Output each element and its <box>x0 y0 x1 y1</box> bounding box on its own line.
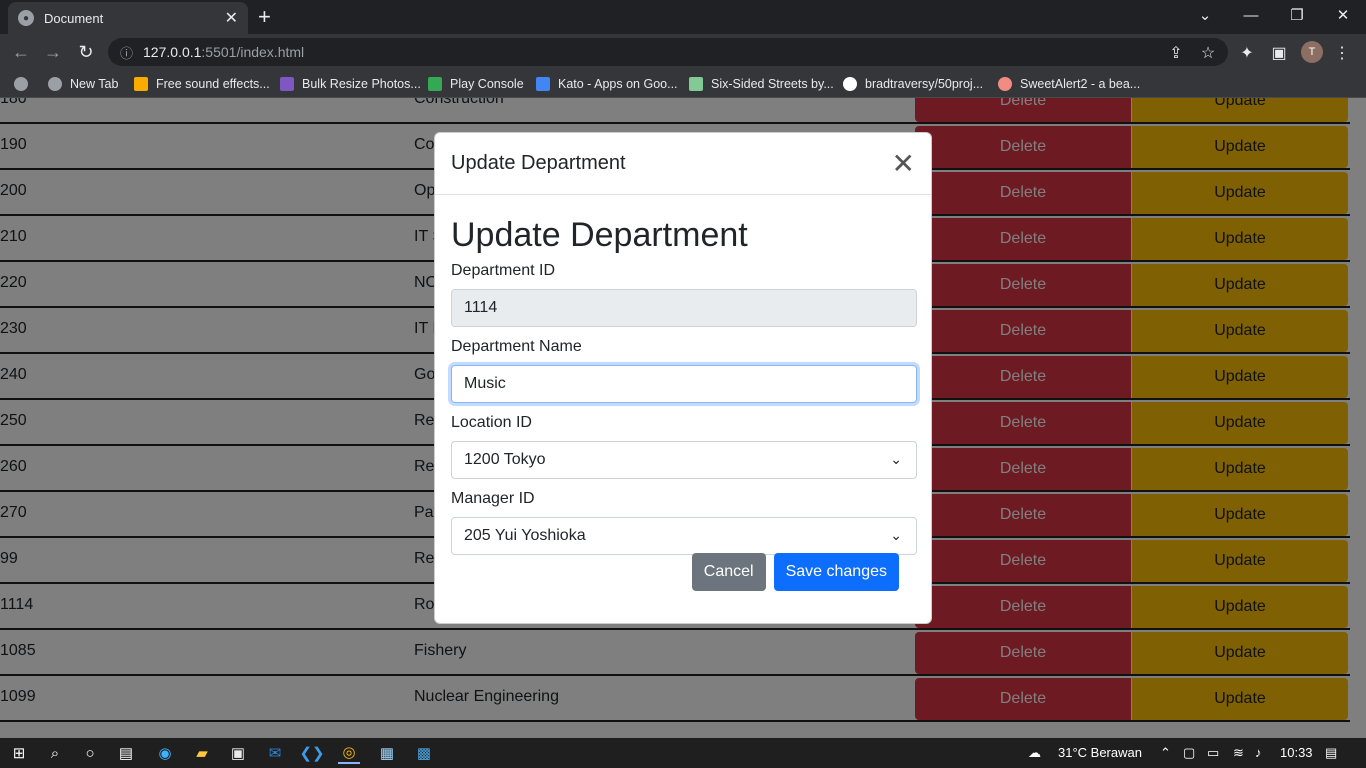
bookmark-bulk-resize[interactable]: Bulk Resize Photos... <box>280 75 421 93</box>
share-icon[interactable]: ⇪ <box>1165 42 1187 64</box>
globe-icon: ● <box>18 10 34 26</box>
tray-device-icon[interactable]: ▢ <box>1183 745 1195 761</box>
chevron-down-icon: ⌄ <box>890 451 902 467</box>
task-view-icon[interactable]: ▤ <box>115 742 137 764</box>
store-icon[interactable]: ▣ <box>227 742 249 764</box>
map-icon <box>689 77 703 91</box>
bookmark-new-tab[interactable]: New Tab <box>48 75 118 93</box>
toolbar: ← → ↻ ⓘ 127.0.0.1:5501/index.html ⇪ ☆ ✦ … <box>0 34 1366 70</box>
apps-icon[interactable] <box>14 75 36 93</box>
volume-icon[interactable]: ♪ <box>1255 745 1262 760</box>
clock[interactable]: 10:33 <box>1280 745 1313 760</box>
notepad-icon[interactable]: ▦ <box>376 742 398 764</box>
vscode-icon[interactable]: ❮❯ <box>299 742 324 764</box>
bookmark-play-console[interactable]: Play Console <box>428 75 524 93</box>
bookmark-github[interactable]: bradtraversy/50proj... <box>843 75 983 93</box>
wifi-icon[interactable]: ≋ <box>1233 745 1244 761</box>
page-content: 180ConstructionDeleteUpdate190CoDeleteUp… <box>0 98 1366 738</box>
play-console-icon <box>428 77 442 91</box>
weather-text[interactable]: 31°C Berawan <box>1058 745 1142 760</box>
bookmarks-bar: New Tab Free sound effects... Bulk Resiz… <box>0 70 1366 98</box>
modal-title: Update Department <box>451 152 626 174</box>
location-select[interactable]: 1200 Tokyo ⌄ <box>451 441 917 479</box>
cancel-button[interactable]: Cancel <box>691 553 766 591</box>
location-label: Location ID <box>451 414 532 431</box>
info-icon[interactable]: ⓘ <box>120 43 133 62</box>
modal-header: Update Department ✕ <box>435 133 931 195</box>
sweetalert-icon <box>998 77 1012 91</box>
browser-tab[interactable]: ● Document ✕ <box>8 2 248 34</box>
windows-start-icon[interactable]: ⊞ <box>8 742 30 764</box>
reload-icon[interactable]: ↻ <box>75 41 97 63</box>
dept-name-input[interactable]: Music <box>451 365 917 403</box>
bookmark-kato[interactable]: Kato - Apps on Goo... <box>536 75 678 93</box>
restore-icon[interactable]: ❐ <box>1274 0 1320 30</box>
manager-label: Manager ID <box>451 490 535 507</box>
chrome-icon[interactable]: ◎ <box>338 742 360 764</box>
photos-icon[interactable]: ▩ <box>413 742 435 764</box>
url-path: :5501/index.html <box>201 44 305 60</box>
forward-icon[interactable]: → <box>42 41 64 63</box>
manager-select[interactable]: 205 Yui Yoshioka ⌄ <box>451 517 917 555</box>
github-icon <box>843 77 857 91</box>
bookmark-sound-effects[interactable]: Free sound effects... <box>134 75 270 93</box>
cortana-icon[interactable]: ○ <box>79 742 101 764</box>
dept-id-field: 1114 <box>451 289 917 327</box>
close-window-icon[interactable]: ✕ <box>1320 0 1366 30</box>
bookmark-six-sided-streets[interactable]: Six-Sided Streets by... <box>689 75 834 93</box>
mail-icon[interactable]: ✉ <box>264 742 286 764</box>
play-store-icon <box>536 77 550 91</box>
bookmark-sweetalert[interactable]: SweetAlert2 - a bea... <box>998 75 1140 93</box>
profile-avatar[interactable]: T <box>1301 41 1323 63</box>
side-panel-icon[interactable]: ▣ <box>1268 42 1290 64</box>
sound-icon <box>134 77 148 91</box>
menu-icon[interactable]: ⋮ <box>1331 42 1353 64</box>
tray-chevron-icon[interactable]: ⌃ <box>1160 745 1171 761</box>
extensions-icon[interactable]: ✦ <box>1236 42 1258 64</box>
file-explorer-icon[interactable]: ▰ <box>191 742 213 764</box>
new-tab-icon[interactable]: + <box>258 5 271 29</box>
form-heading: Update Department <box>451 216 748 254</box>
weather-icon[interactable]: ☁ <box>1028 745 1041 761</box>
globe-icon <box>48 77 62 91</box>
tab-search-icon[interactable]: ⌄ <box>1182 0 1228 30</box>
save-changes-button[interactable]: Save changes <box>773 553 899 591</box>
chevron-down-icon: ⌄ <box>890 527 902 543</box>
star-icon[interactable]: ☆ <box>1197 42 1219 64</box>
photo-icon <box>280 77 294 91</box>
browser-tab-strip: ● Document ✕ + ⌄ — ❐ ✕ <box>0 0 1366 34</box>
url-host: 127.0.0.1 <box>143 44 202 60</box>
back-icon[interactable]: ← <box>10 41 32 63</box>
close-icon[interactable]: ✕ <box>892 149 915 177</box>
address-bar[interactable]: ⓘ 127.0.0.1:5501/index.html <box>108 38 1228 66</box>
taskbar: ⊞ ⌕ ○ ▤ ◉ ▰ ▣ ✉ ❮❯ ◎ ▦ ▩ ☁ 31°C Berawan … <box>0 738 1366 768</box>
battery-icon[interactable]: ▭ <box>1207 745 1219 761</box>
update-department-modal: Update Department ✕ Update Department De… <box>434 132 932 624</box>
dept-name-label: Department Name <box>451 338 582 355</box>
edge-icon[interactable]: ◉ <box>154 742 176 764</box>
search-icon[interactable]: ⌕ <box>44 742 66 764</box>
close-tab-icon[interactable]: ✕ <box>225 8 238 28</box>
modal-footer: Cancel Save changes <box>435 553 931 591</box>
minimize-icon[interactable]: — <box>1228 0 1274 30</box>
notifications-icon[interactable]: ▤ <box>1325 745 1337 761</box>
modal-body: Update Department Department ID 1114 Dep… <box>435 195 931 555</box>
dept-id-label: Department ID <box>451 262 556 279</box>
tab-title: Document <box>44 10 104 26</box>
